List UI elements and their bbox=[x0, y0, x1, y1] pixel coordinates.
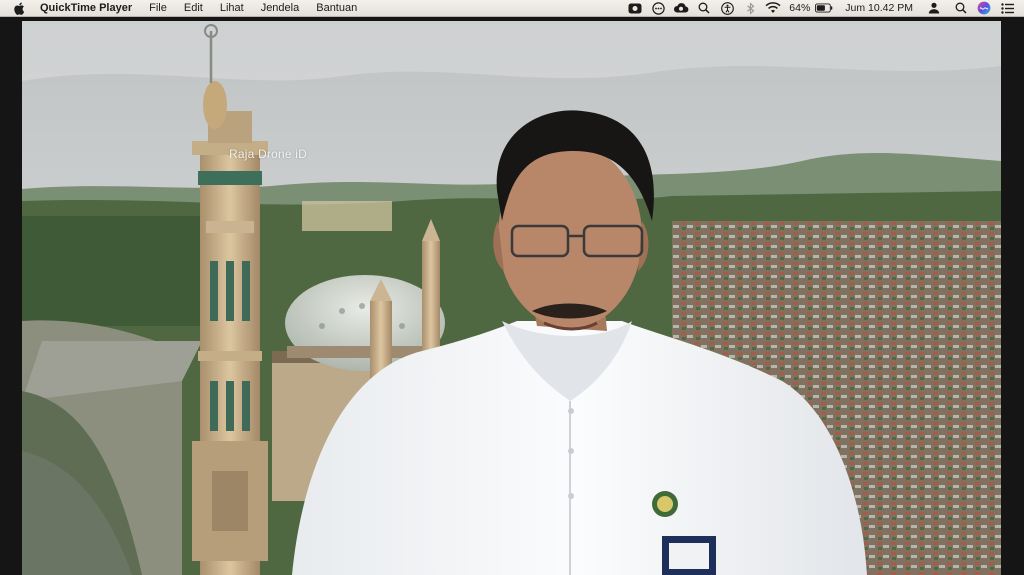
menu-help[interactable]: Bantuan bbox=[316, 2, 357, 14]
menu-app-name[interactable]: QuickTime Player bbox=[40, 2, 132, 14]
accessibility-icon[interactable] bbox=[718, 0, 736, 17]
video-scene bbox=[22, 21, 1001, 575]
menu-view[interactable]: Lihat bbox=[220, 2, 244, 14]
siri-icon[interactable] bbox=[975, 0, 993, 17]
status-area: 64% Jum 10.42 PM bbox=[621, 0, 1024, 17]
spotlight-icon[interactable] bbox=[952, 0, 970, 17]
control-center-icon[interactable] bbox=[998, 0, 1016, 17]
bluetooth-icon[interactable] bbox=[741, 0, 759, 17]
battery-icon[interactable] bbox=[815, 0, 833, 17]
video-watermark: Raja Drone iD bbox=[229, 147, 307, 161]
search-mini-icon[interactable] bbox=[695, 0, 713, 17]
apple-icon[interactable] bbox=[12, 2, 26, 15]
video-frame[interactable]: Raja Drone iD bbox=[22, 21, 1001, 575]
battery-percent: 64% bbox=[789, 2, 811, 14]
ellipsis-icon[interactable] bbox=[649, 0, 667, 17]
clock[interactable]: Jum 10.42 PM bbox=[845, 2, 913, 14]
menu-window[interactable]: Jendela bbox=[261, 2, 300, 14]
menu-file[interactable]: File bbox=[149, 2, 167, 14]
menu-bar: QuickTime Player File Edit Lihat Jendela… bbox=[0, 0, 1024, 17]
screen-record-icon[interactable] bbox=[626, 0, 644, 17]
cloud-icon[interactable] bbox=[672, 0, 690, 17]
wifi-icon[interactable] bbox=[764, 0, 782, 17]
user-icon[interactable] bbox=[925, 0, 943, 17]
menu-edit[interactable]: Edit bbox=[184, 2, 203, 14]
player-window: Raja Drone iD bbox=[0, 17, 1024, 575]
